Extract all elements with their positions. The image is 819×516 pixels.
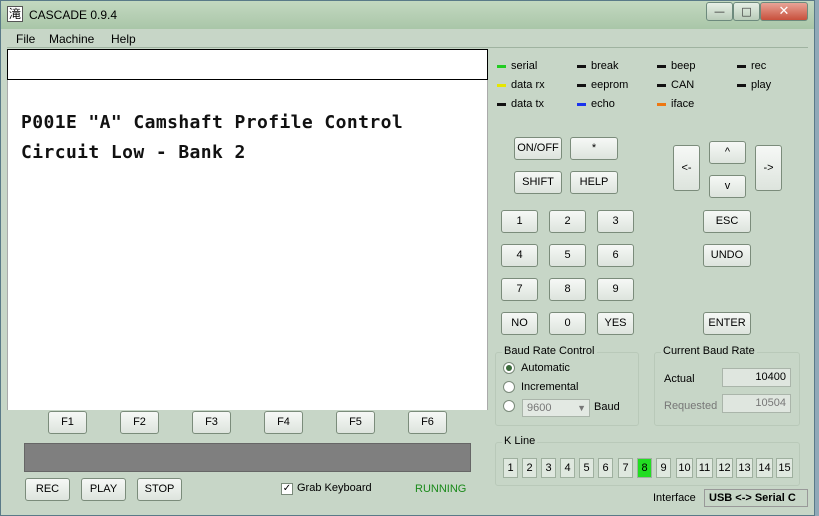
k-line-cell-13: 13: [736, 458, 753, 478]
rec-button[interactable]: REC: [25, 478, 70, 501]
menu-help[interactable]: Help: [111, 32, 136, 46]
title-bar[interactable]: 滝 CASCADE 0.9.4 — □ ✕: [1, 1, 814, 29]
key-6-button[interactable]: 6: [597, 244, 634, 267]
running-status: RUNNING: [415, 483, 467, 495]
requested-baud-field: 10504: [722, 394, 791, 413]
lcd-display: P001E "A" Camshaft Profile Control Circu…: [7, 80, 488, 410]
actual-label: Actual: [664, 373, 695, 385]
status-strip: [24, 443, 471, 472]
key-2-button[interactable]: 2: [549, 210, 586, 233]
key-3-button[interactable]: 3: [597, 210, 634, 233]
menu-file[interactable]: File: [16, 32, 35, 46]
k-line-title: K Line: [502, 435, 538, 447]
down-arrow-button[interactable]: v: [709, 175, 746, 198]
led-icon: [657, 84, 666, 87]
f5-button[interactable]: F5: [336, 411, 375, 434]
minimize-button[interactable]: —: [706, 2, 733, 21]
f4-button[interactable]: F4: [264, 411, 303, 434]
star-button[interactable]: *: [570, 137, 618, 160]
f2-button[interactable]: F2: [120, 411, 159, 434]
menu-machine[interactable]: Machine: [49, 32, 94, 46]
incremental-radio[interactable]: [503, 381, 515, 393]
f6-button[interactable]: F6: [408, 411, 447, 434]
k-line-cell-8: 8: [637, 458, 652, 478]
requested-label: Requested: [664, 400, 718, 412]
k-line-cell-6: 6: [598, 458, 613, 478]
k-line-cell-7: 7: [618, 458, 633, 478]
k-line-cell-10: 10: [676, 458, 693, 478]
baud-select-value: 9600: [527, 402, 552, 414]
command-input[interactable]: [7, 49, 488, 80]
led-icon: [577, 84, 586, 87]
key-9-button[interactable]: 9: [597, 278, 634, 301]
f1-button[interactable]: F1: [48, 411, 87, 434]
esc-button[interactable]: ESC: [703, 210, 751, 233]
led-icon: [657, 103, 666, 106]
actual-baud-field: 10400: [722, 368, 791, 387]
fixed-baud-radio[interactable]: [503, 400, 515, 412]
k-line-cell-5: 5: [579, 458, 594, 478]
led-icon: [737, 65, 746, 68]
window-title: CASCADE 0.9.4: [29, 8, 118, 22]
k-line-cell-15: 15: [776, 458, 793, 478]
current-baud-rate-group: Current Baud Rate: [654, 345, 800, 426]
app-window: 滝 CASCADE 0.9.4 — □ ✕ File Machine Help …: [0, 0, 815, 516]
led-icon: [737, 84, 746, 87]
enter-button[interactable]: ENTER: [703, 312, 751, 335]
k-line-cell-3: 3: [541, 458, 556, 478]
right-arrow-button[interactable]: ->: [755, 145, 782, 191]
baud-select[interactable]: 9600 ▼: [522, 399, 590, 417]
maximize-button[interactable]: □: [733, 2, 760, 21]
k-line-cell-14: 14: [756, 458, 773, 478]
help-button[interactable]: HELP: [570, 171, 618, 194]
led-icon: [657, 65, 666, 68]
shift-button[interactable]: SHIFT: [514, 171, 562, 194]
key-1-button[interactable]: 1: [501, 210, 538, 233]
baud-suffix-label: Baud: [594, 401, 620, 413]
key-4-button[interactable]: 4: [501, 244, 538, 267]
display-line-1: P001E "A" Camshaft Profile Control: [21, 112, 404, 133]
automatic-label: Automatic: [521, 362, 570, 374]
key-7-button[interactable]: 7: [501, 278, 538, 301]
automatic-radio[interactable]: [503, 362, 515, 374]
chevron-down-icon: ▼: [577, 403, 586, 413]
led-icon: [577, 65, 586, 68]
undo-button[interactable]: UNDO: [703, 244, 751, 267]
k-line-cell-1: 1: [503, 458, 518, 478]
grab-keyboard-label: Grab Keyboard: [297, 482, 372, 494]
menu-bar: File Machine Help: [7, 30, 808, 48]
k-line-cell-9: 9: [656, 458, 671, 478]
left-arrow-button[interactable]: <-: [673, 145, 700, 191]
key-8-button[interactable]: 8: [549, 278, 586, 301]
led-icon: [497, 103, 506, 106]
yes-button[interactable]: YES: [597, 312, 634, 335]
key-0-button[interactable]: 0: [549, 312, 586, 335]
stop-button[interactable]: STOP: [137, 478, 182, 501]
grab-keyboard-checkbox[interactable]: ✓: [281, 483, 293, 495]
led-icon: [497, 84, 506, 87]
k-line-cell-2: 2: [522, 458, 537, 478]
k-line-cell-4: 4: [560, 458, 575, 478]
up-arrow-button[interactable]: ^: [709, 141, 746, 164]
display-line-2: Circuit Low - Bank 2: [21, 142, 246, 163]
k-line-cell-11: 11: [696, 458, 713, 478]
baud-rate-control-title: Baud Rate Control: [502, 345, 597, 357]
led-icon: [577, 103, 586, 106]
play-button[interactable]: PLAY: [81, 478, 126, 501]
f3-button[interactable]: F3: [192, 411, 231, 434]
interface-value: USB <-> Serial C: [704, 489, 808, 507]
close-button[interactable]: ✕: [760, 2, 808, 21]
interface-label: Interface: [653, 492, 696, 504]
current-baud-rate-title: Current Baud Rate: [661, 345, 757, 357]
k-line-cell-12: 12: [716, 458, 733, 478]
led-icon: [497, 65, 506, 68]
on-off-button[interactable]: ON/OFF: [514, 137, 562, 160]
app-icon: 滝: [7, 6, 23, 22]
no-button[interactable]: NO: [501, 312, 538, 335]
key-5-button[interactable]: 5: [549, 244, 586, 267]
incremental-label: Incremental: [521, 381, 579, 393]
